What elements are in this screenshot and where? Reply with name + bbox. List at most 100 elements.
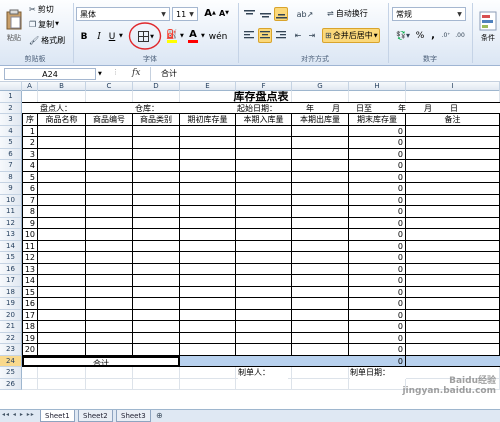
grid-cell[interactable] [38,367,86,379]
format-painter-button[interactable]: 🖌 格式刷 [28,34,72,46]
grid-cell[interactable] [180,378,236,390]
copy-button[interactable]: ❐ 复制 ▼ [28,18,68,30]
grid-cell[interactable] [236,378,292,390]
table-cell[interactable] [133,309,180,321]
decrease-decimal-button[interactable]: .00 [454,29,466,42]
row-header[interactable]: 25 [0,367,22,379]
table-cell[interactable] [292,275,349,287]
table-cell[interactable] [406,252,500,264]
table-cell[interactable] [292,206,349,218]
counter-label[interactable]: 盘点人： [40,103,90,115]
table-cell[interactable] [406,332,500,344]
table-cell[interactable] [406,240,500,252]
table-cell[interactable] [86,344,133,356]
tab-nav-arrows[interactable]: ◂◂ ◂ ▸ ▸▸ [2,411,35,418]
start-date-label[interactable]: 起始日期： [237,103,292,115]
row-index[interactable]: 9 [22,217,38,229]
table-cell[interactable] [292,286,349,298]
table-cell[interactable] [292,217,349,229]
table-cell[interactable] [180,194,236,206]
table-cell[interactable] [38,286,86,298]
table-cell[interactable] [180,148,236,160]
underline-button[interactable]: U [106,30,118,43]
ending-stock-cell[interactable]: 0 [349,275,406,287]
table-cell[interactable] [86,171,133,183]
row-index[interactable]: 12 [22,252,38,264]
table-cell[interactable] [236,275,292,287]
table-cell[interactable] [38,240,86,252]
table-cell[interactable] [236,171,292,183]
table-cell[interactable] [38,194,86,206]
align-top-button[interactable] [242,8,256,20]
table-cell[interactable] [236,183,292,195]
cut-button[interactable]: ✂ 剪切 [28,3,68,15]
italic-button[interactable]: I [93,30,105,43]
row-header[interactable]: 11 [0,206,22,218]
table-cell[interactable] [236,344,292,356]
table-cell[interactable] [236,160,292,172]
table-cell[interactable] [180,298,236,310]
row-header[interactable]: 7 [0,160,22,172]
row-header[interactable]: 22 [0,332,22,344]
table-cell[interactable] [133,206,180,218]
column-header-b[interactable]: B [38,82,86,91]
column-title[interactable]: 商品类别 [133,114,180,126]
table-cell[interactable] [86,217,133,229]
table-cell[interactable] [236,125,292,137]
ending-stock-cell[interactable]: 0 [349,183,406,195]
tab-sheet3[interactable]: Sheet3 [116,410,151,422]
table-cell[interactable] [86,148,133,160]
table-cell[interactable] [180,332,236,344]
row-header[interactable]: 17 [0,275,22,287]
tab-sheet1[interactable]: Sheet1 [40,410,75,422]
table-cell[interactable] [180,206,236,218]
table-cell[interactable] [86,160,133,172]
table-cell[interactable] [133,160,180,172]
table-cell[interactable] [133,298,180,310]
ending-stock-cell[interactable]: 0 [349,332,406,344]
table-cell[interactable] [236,298,292,310]
table-cell[interactable] [38,183,86,195]
table-cell[interactable] [38,137,86,149]
table-cell[interactable] [236,263,292,275]
table-cell[interactable] [38,252,86,264]
table-cell[interactable] [406,125,500,137]
insert-sheet-icon[interactable]: ⊕ [156,411,163,420]
row-index[interactable]: 5 [22,171,38,183]
chevron-down-icon[interactable]: ▼ [119,33,123,39]
table-cell[interactable] [292,321,349,333]
table-cell[interactable] [236,309,292,321]
column-title[interactable]: 期末库存量 [349,114,406,126]
ending-stock-cell[interactable]: 0 [349,160,406,172]
align-middle-button[interactable] [258,8,272,20]
table-cell[interactable] [86,309,133,321]
table-cell[interactable] [180,183,236,195]
row-header[interactable]: 21 [0,321,22,333]
phonetic-button[interactable]: wén [209,29,228,44]
row-header[interactable]: 14 [0,240,22,252]
ending-stock-cell[interactable]: 0 [349,263,406,275]
wrap-text-button[interactable]: ⇌ 自动换行 [326,7,374,20]
ending-stock-cell[interactable]: 0 [349,229,406,241]
decrease-indent-button[interactable]: ⇤ [292,29,304,42]
table-cell[interactable] [292,229,349,241]
table-cell[interactable] [406,309,500,321]
table-cell[interactable] [133,183,180,195]
warehouse-label[interactable]: 仓库： [135,103,175,115]
grid-cell[interactable] [38,378,86,390]
row-header[interactable]: 20 [0,309,22,321]
grid-cell[interactable] [292,378,349,390]
table-cell[interactable] [180,286,236,298]
increase-decimal-button[interactable]: .0⁺ [440,29,452,42]
table-cell[interactable] [180,229,236,241]
ending-stock-cell[interactable]: 0 [349,286,406,298]
fill-color-button[interactable]: ⛽ [164,29,180,44]
table-cell[interactable] [133,217,180,229]
table-cell[interactable] [292,148,349,160]
table-cell[interactable] [236,332,292,344]
grid-cell[interactable] [180,367,236,379]
table-cell[interactable] [133,171,180,183]
table-cell[interactable] [292,298,349,310]
table-cell[interactable] [180,344,236,356]
increase-indent-button[interactable]: ⇥ [306,29,318,42]
